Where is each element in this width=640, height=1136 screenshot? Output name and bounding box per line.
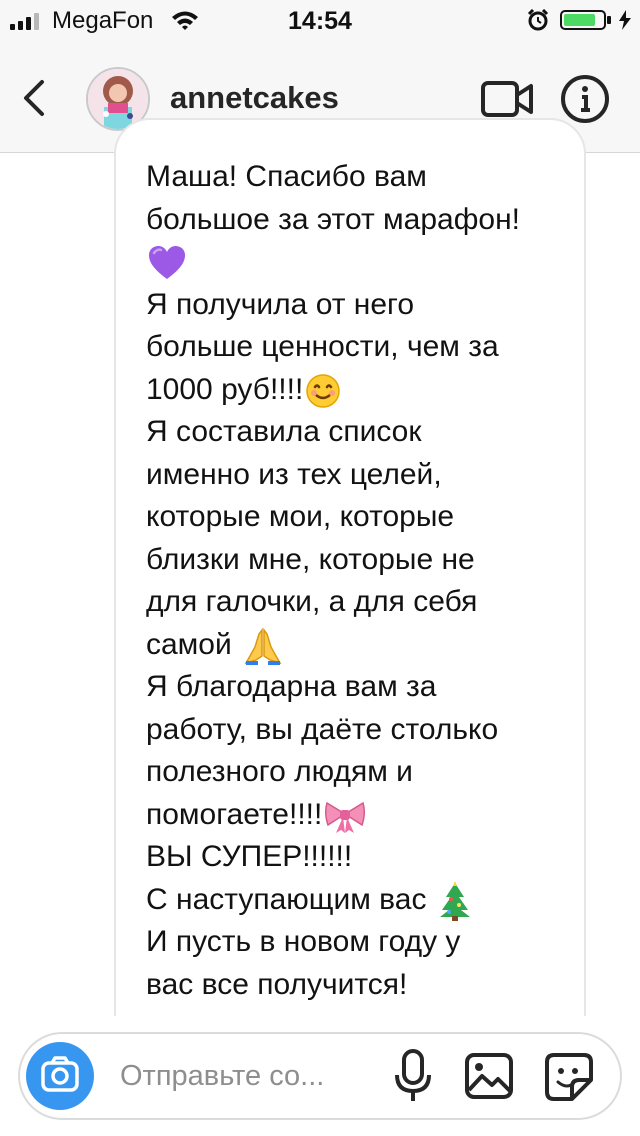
instagram-direct-chat-screen: MegaFon 14:54 annetcakes Маша! Спасибо в… — [0, 0, 640, 1136]
message-line: Я благодарна вам за — [146, 670, 437, 703]
smiling-face-emoji — [306, 373, 341, 408]
message-line-text: самой — [146, 627, 241, 661]
message-line-text: 1000 руб!!!! — [146, 372, 304, 406]
message-line: Я составила список — [146, 415, 422, 448]
message-line: которые мои, которые — [146, 500, 455, 533]
camera-icon — [41, 1056, 79, 1092]
message-line: именно из тех целей, — [146, 457, 442, 491]
message-line-with-emoji: С наступающим вас — [146, 879, 576, 922]
gallery-icon[interactable] — [464, 1052, 514, 1100]
message-text[interactable]: Маша! Спасибо вам большое за этот марафо… — [146, 156, 576, 1016]
message-line: вас все получится! — [146, 967, 408, 1001]
info-icon[interactable] — [560, 74, 610, 124]
back-icon[interactable] — [14, 76, 54, 120]
message-line-with-emoji: самой — [146, 624, 576, 667]
message-line: И пусть в новом году у — [146, 925, 461, 958]
message-line: полезного людям и — [146, 755, 413, 788]
message-line-with-emoji: помогаете!!!! — [146, 794, 576, 837]
sticker-icon[interactable] — [544, 1052, 594, 1102]
chat-username[interactable]: annetcakes — [170, 78, 339, 118]
message-input[interactable] — [120, 1056, 366, 1096]
message-line: большое за этот марафон! — [146, 202, 520, 236]
composer-area — [0, 1016, 640, 1136]
message-line: Я получила от него — [146, 287, 415, 321]
purple-heart-emoji — [149, 246, 185, 280]
microphone-icon[interactable] — [392, 1048, 434, 1104]
video-call-icon[interactable] — [480, 78, 534, 120]
alarm-icon — [527, 9, 549, 31]
battery-icon — [560, 10, 611, 30]
message-line-text: С наступающим вас — [146, 882, 435, 916]
charging-icon — [619, 10, 631, 30]
message-line: для галочки, а для себя — [146, 585, 478, 618]
folded-hands-emoji — [244, 627, 282, 665]
camera-button[interactable] — [26, 1042, 94, 1110]
message-line-emoji — [146, 241, 576, 284]
message-line: работу, вы даёте столько — [146, 712, 499, 746]
status-bar: MegaFon 14:54 — [0, 0, 640, 40]
message-line-with-emoji: 1000 руб!!!! — [146, 369, 576, 412]
christmas-tree-emoji — [439, 880, 470, 921]
message-line: Маша! Спасибо вам — [146, 160, 427, 193]
message-line: ВЫ СУПЕР!!!!!! — [146, 840, 353, 873]
message-line: близки мне, которые не — [146, 542, 475, 576]
ribbon-emoji — [325, 801, 366, 833]
message-line-text: помогаете!!!! — [146, 797, 323, 831]
message-line: больше ценности, чем за — [146, 330, 499, 363]
